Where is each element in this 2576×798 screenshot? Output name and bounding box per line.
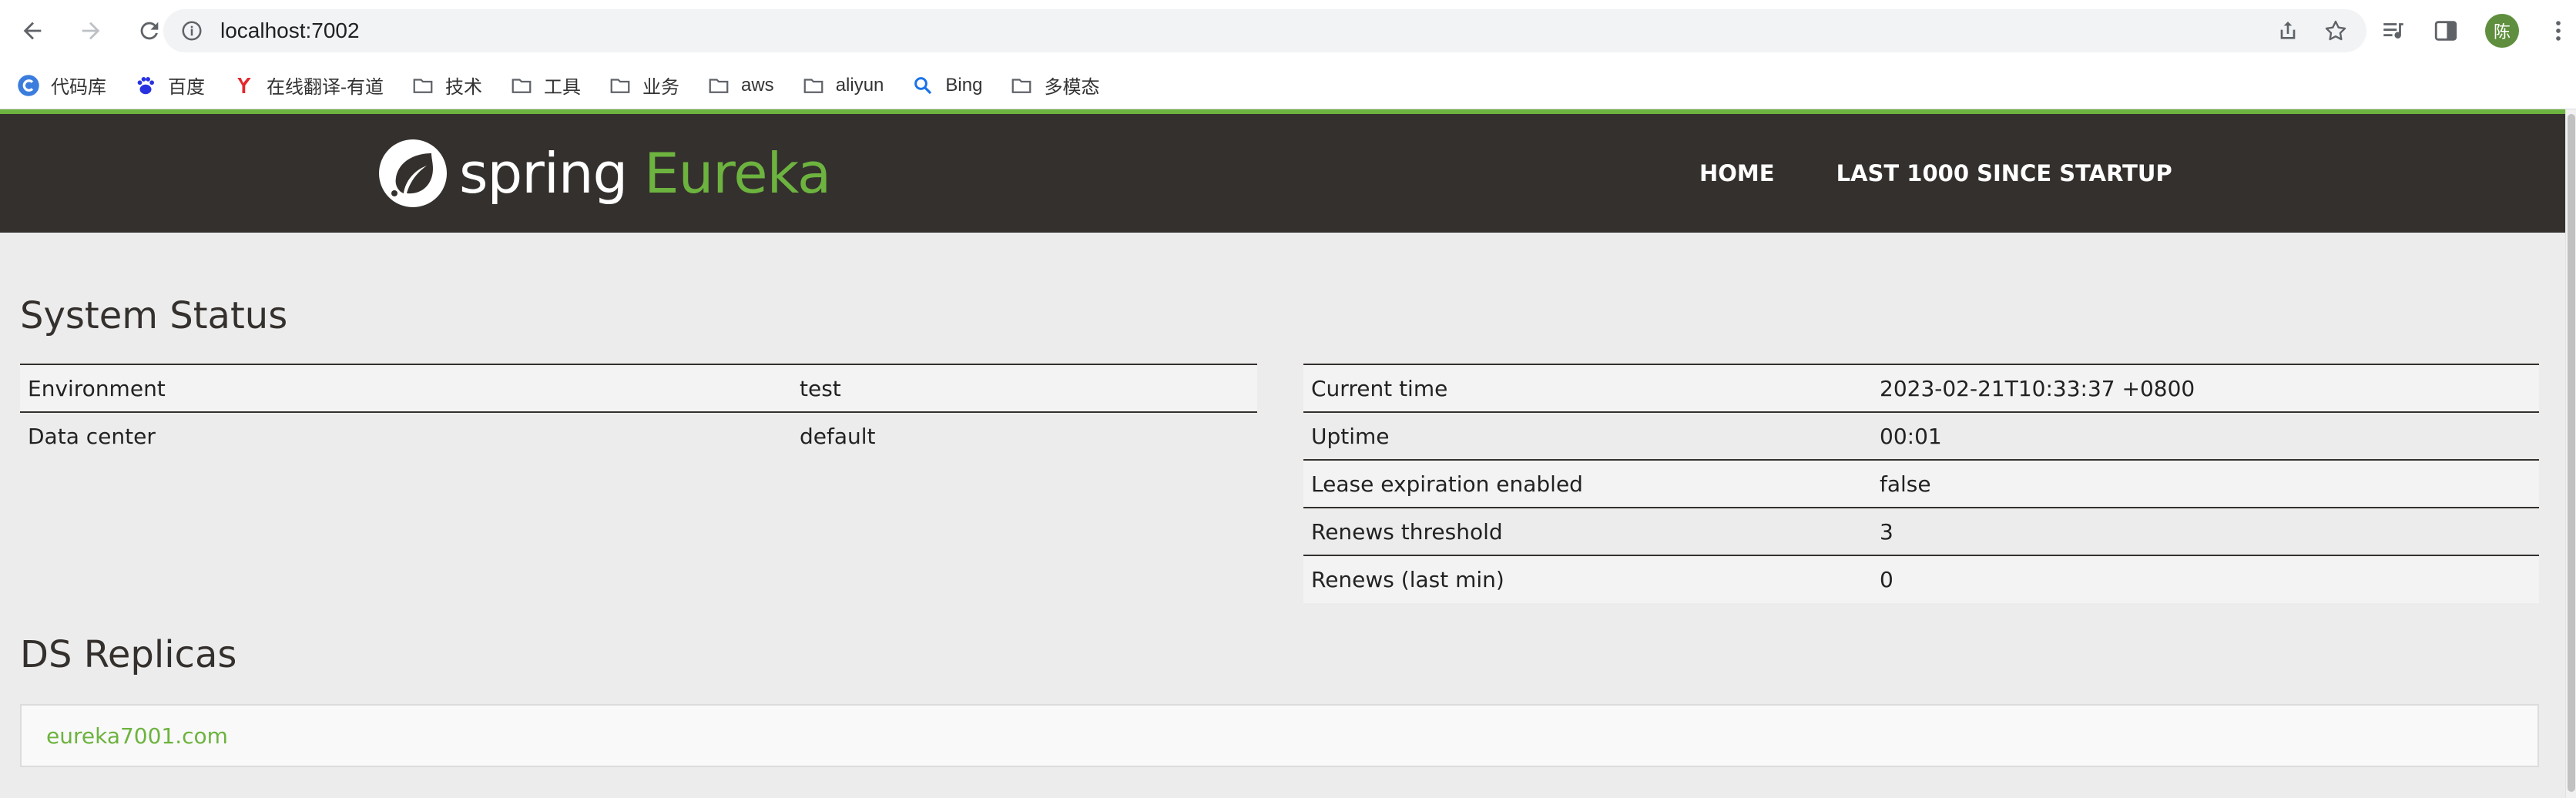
arrow-left-icon bbox=[23, 22, 42, 40]
status-label: Uptime bbox=[1311, 423, 1390, 449]
table-row: Renews (last min) 0 bbox=[1303, 555, 2539, 603]
status-value: false bbox=[1880, 471, 1931, 497]
table-row: Environment test bbox=[20, 364, 1257, 412]
folder-icon bbox=[411, 74, 434, 97]
folder-icon bbox=[707, 74, 730, 97]
main-nav: HOME LAST 1000 SINCE STARTUP bbox=[1699, 114, 2234, 233]
status-label: Renews threshold bbox=[1311, 518, 1503, 545]
bookmark-folder[interactable]: 技术 bbox=[411, 72, 482, 99]
status-value: 00:01 bbox=[1880, 423, 1942, 449]
folder-icon bbox=[609, 74, 632, 97]
star-icon[interactable] bbox=[2323, 18, 2348, 43]
bookmarks-bar: 代码库 百度 在线翻译-有道 技术 工具 业务 aws aliyun Bing … bbox=[0, 62, 2576, 109]
folder-icon bbox=[802, 74, 825, 97]
table-row: Renews threshold 3 bbox=[1303, 508, 2539, 555]
share-icon[interactable] bbox=[2276, 18, 2300, 43]
omnibox-actions bbox=[2276, 9, 2348, 52]
bookmark-item[interactable]: 在线翻译-有道 bbox=[233, 72, 384, 99]
browser-actions: 陈 bbox=[2380, 9, 2571, 52]
status-value: 3 bbox=[1880, 518, 1893, 545]
folder-icon bbox=[510, 74, 533, 97]
bookmark-folder[interactable]: 业务 bbox=[609, 72, 679, 99]
status-value: 2023-02-21T10:33:37 +0800 bbox=[1880, 375, 2195, 401]
replica-link[interactable]: eureka7001.com bbox=[46, 723, 228, 749]
status-label: Environment bbox=[28, 375, 166, 401]
system-status-title: System Status bbox=[20, 294, 288, 337]
bookmark-label: 代码库 bbox=[51, 77, 106, 98]
status-label: Lease expiration enabled bbox=[1311, 471, 1583, 497]
ds-replicas-list: eureka7001.com bbox=[20, 704, 2539, 767]
bookmark-folder[interactable]: 工具 bbox=[510, 72, 581, 99]
youdao-icon bbox=[233, 74, 256, 97]
bookmark-label: aws bbox=[741, 74, 774, 96]
table-row: Uptime 00:01 bbox=[1303, 412, 2539, 460]
profile-avatar[interactable]: 陈 bbox=[2485, 14, 2519, 48]
system-status-left-table: Environment test Data center default bbox=[20, 364, 1257, 460]
nav-last-1000-link[interactable]: LAST 1000 SINCE STARTUP bbox=[1836, 160, 2172, 186]
spring-leaf-icon bbox=[379, 139, 447, 207]
bookmark-folder[interactable]: aliyun bbox=[802, 74, 884, 97]
address-bar[interactable]: localhost:7002 bbox=[163, 9, 2366, 52]
status-label: Renews (last min) bbox=[1311, 567, 1504, 592]
folder-icon bbox=[1010, 74, 1033, 97]
baidu-paw-icon bbox=[134, 74, 157, 97]
bing-search-icon bbox=[911, 74, 934, 97]
browser-toolbar: localhost:7002 陈 bbox=[0, 0, 2576, 62]
back-button[interactable] bbox=[11, 9, 54, 52]
brand-logo[interactable]: spring Eureka bbox=[376, 131, 831, 216]
nav-home-link[interactable]: HOME bbox=[1699, 160, 1775, 186]
media-queue-icon[interactable] bbox=[2380, 18, 2407, 44]
page-scrollbar[interactable] bbox=[2565, 109, 2576, 798]
brand-spring-text: spring bbox=[459, 141, 628, 206]
more-menu-icon[interactable] bbox=[2545, 18, 2571, 44]
c-logo-icon bbox=[17, 74, 40, 97]
table-row: Data center default bbox=[20, 412, 1257, 460]
url-text[interactable]: localhost:7002 bbox=[220, 18, 360, 43]
system-status-right-table: Current time 2023-02-21T10:33:37 +0800 U… bbox=[1303, 364, 2539, 603]
status-value: test bbox=[800, 375, 841, 401]
reload-icon bbox=[140, 22, 159, 40]
table-row: Current time 2023-02-21T10:33:37 +0800 bbox=[1303, 364, 2539, 412]
bookmark-item[interactable]: Bing bbox=[911, 74, 982, 97]
status-value: default bbox=[800, 424, 876, 449]
bookmark-label: 技术 bbox=[445, 77, 482, 98]
status-label: Data center bbox=[28, 424, 156, 449]
bookmark-label: Bing bbox=[945, 74, 983, 96]
bookmark-label: 业务 bbox=[642, 77, 679, 98]
status-value: 0 bbox=[1880, 567, 1893, 592]
status-label: Current time bbox=[1311, 375, 1448, 401]
bookmark-label: aliyun bbox=[835, 74, 884, 96]
bookmark-label: 在线翻译-有道 bbox=[267, 77, 384, 98]
forward-button[interactable] bbox=[69, 9, 112, 52]
bookmark-label: 工具 bbox=[544, 77, 581, 98]
arrow-right-icon bbox=[82, 22, 100, 40]
info-icon[interactable] bbox=[180, 19, 203, 42]
bookmark-label: 百度 bbox=[168, 77, 205, 98]
bookmark-item[interactable]: 代码库 bbox=[17, 72, 106, 99]
bookmark-item[interactable]: 百度 bbox=[134, 72, 205, 99]
bookmark-label: 多模态 bbox=[1044, 77, 1100, 98]
eureka-navbar: spring Eureka HOME LAST 1000 SINCE START… bbox=[0, 114, 2565, 233]
scrollbar-thumb[interactable] bbox=[2568, 114, 2575, 792]
bookmark-folder[interactable]: 多模态 bbox=[1010, 72, 1099, 99]
bookmark-folder[interactable]: aws bbox=[707, 74, 774, 97]
table-row: Lease expiration enabled false bbox=[1303, 460, 2539, 508]
ds-replicas-title: DS Replicas bbox=[20, 633, 237, 676]
side-panel-icon[interactable] bbox=[2433, 18, 2459, 44]
brand-eureka-text: Eureka bbox=[644, 141, 831, 206]
